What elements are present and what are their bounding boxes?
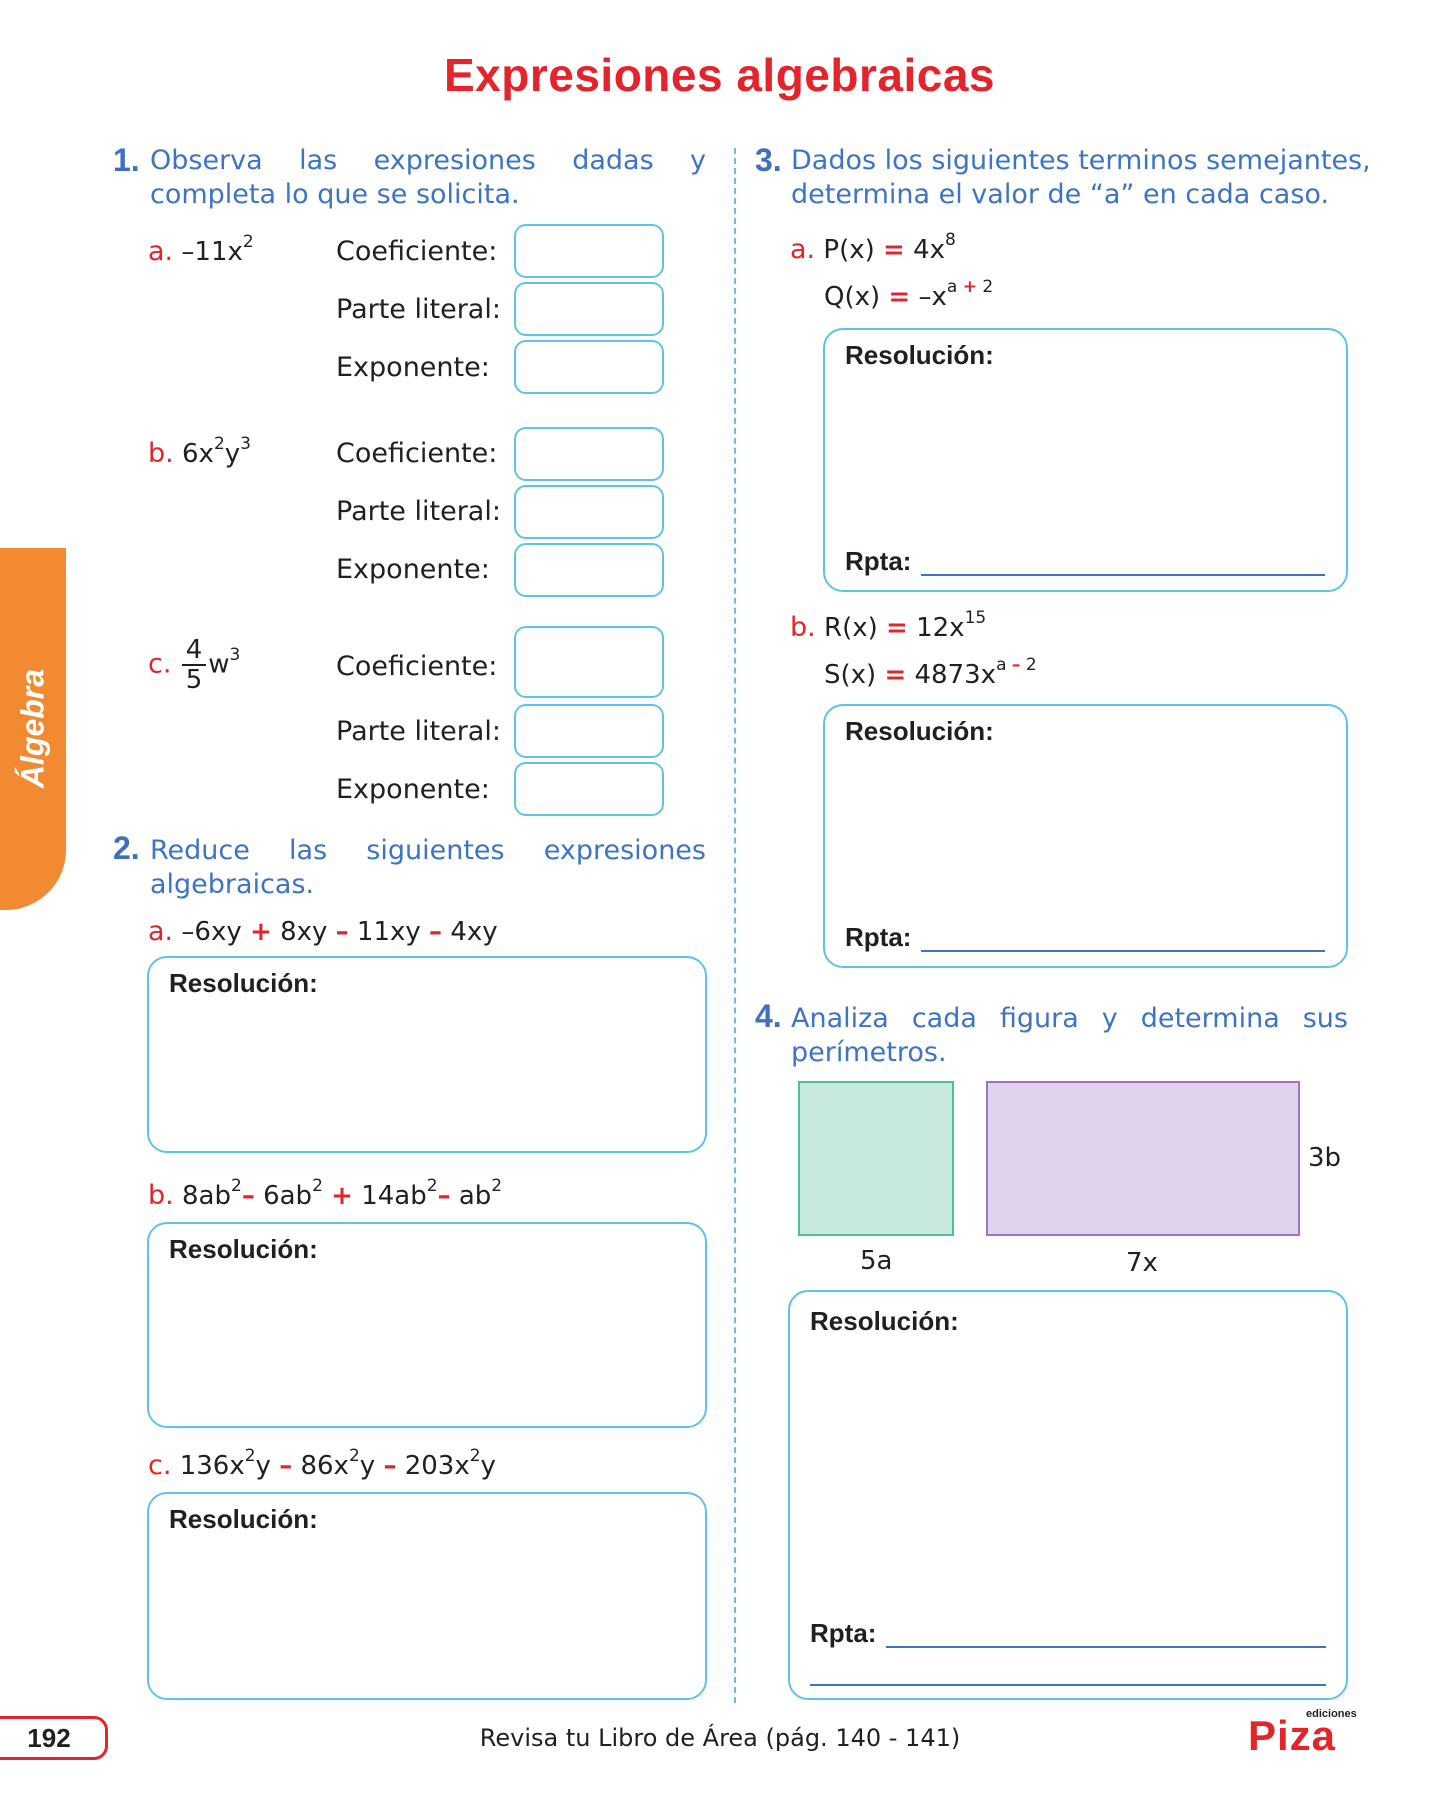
q2-c-resolution-label: Resolución: xyxy=(169,1504,318,1534)
q3-b-r-expression: b. R(x) = 12x15 xyxy=(790,608,987,643)
q3-b-resolution-label: Resolución: xyxy=(845,716,994,746)
page-title: Expresiones algebraicas xyxy=(443,49,995,101)
q1-b-coef-label: Coeficiente: xyxy=(336,438,498,469)
q1-b-exponent-field[interactable] xyxy=(514,543,664,597)
q4-answer-line-2[interactable] xyxy=(810,1684,1326,1686)
q1-b-literal-field[interactable] xyxy=(514,485,664,539)
q2-a-resolution-label: Resolución: xyxy=(169,968,318,998)
q3-text-line1: Dados los siguientes terminos semejantes… xyxy=(791,145,1371,176)
q3-number: 3. xyxy=(755,142,782,178)
q1-item-a-expression: a. –11x2 xyxy=(148,232,254,267)
q2-c-expression: c. 136x2y – 86x2y – 203x2y xyxy=(148,1446,496,1481)
q4-resolution-box[interactable]: Resolución: Rpta: xyxy=(788,1290,1348,1700)
square-figure xyxy=(798,1081,954,1236)
q3-a-p-expression: a. P(x) = 4x8 xyxy=(790,230,956,265)
q1-text-line1: Observa las expresiones dadas y xyxy=(150,145,706,176)
q4-text-line2: perímetros. xyxy=(791,1037,947,1068)
q2-b-resolution-box[interactable]: Resolución: xyxy=(147,1222,707,1428)
q1-b-literal-label: Parte literal: xyxy=(336,496,501,527)
q1-c-coef-field[interactable] xyxy=(514,626,664,698)
q3-b-answer-label: Rpta: xyxy=(845,922,912,952)
q3-a-answer-label: Rpta: xyxy=(845,546,912,576)
column-divider xyxy=(734,148,736,1703)
q3-text-line2: determina el valor de “a” en cada caso. xyxy=(791,179,1330,210)
q3-b-resolution-box[interactable]: Resolución: Rpta: xyxy=(823,704,1348,968)
q4-answer-line[interactable] xyxy=(886,1646,1326,1648)
square-side-label: 5a xyxy=(860,1246,893,1276)
q3-b-answer-line[interactable] xyxy=(921,950,1325,952)
q1-a-coef-field[interactable] xyxy=(514,224,664,278)
q2-b-resolution-label: Resolución: xyxy=(169,1234,318,1264)
page-number: 192 xyxy=(0,1716,108,1760)
q1-c-literal-label: Parte literal: xyxy=(336,716,501,747)
q1-number: 1. xyxy=(113,142,140,178)
q1-c-fraction: 45 xyxy=(181,636,207,694)
q3-a-q-expression: Q(x) = –xa + 2 xyxy=(824,277,994,312)
q2-text-line2: algebraicas. xyxy=(150,869,315,900)
q4-answer-label: Rpta: xyxy=(810,1618,877,1648)
q3-a-answer-line[interactable] xyxy=(921,574,1325,576)
q3-a-resolution-label: Resolución: xyxy=(845,340,994,370)
q2-text-line1: Reduce las siguientes expresiones xyxy=(150,835,706,866)
q1-c-exponent-label: Exponente: xyxy=(336,774,490,805)
q3-a-resolution-box[interactable]: Resolución: Rpta: xyxy=(823,328,1348,592)
q1-a-literal-label: Parte literal: xyxy=(336,294,501,325)
rectangle-height-label: 3b xyxy=(1308,1143,1342,1173)
publisher-logo: Piza xyxy=(1248,1712,1337,1759)
q2-b-expression: b. 8ab2– 6ab2 + 14ab2– ab2 xyxy=(148,1176,503,1211)
q1-item-c-expression: c. 4 5 w3 xyxy=(148,635,241,695)
q1-c-coef-label: Coeficiente: xyxy=(336,651,498,682)
q1-a-exponent-label: Exponente: xyxy=(336,352,490,383)
q1-item-b-expression: b. 6x2y3 xyxy=(148,434,251,469)
q1-a-literal-field[interactable] xyxy=(514,282,664,336)
q1-a-coef-label: Coeficiente: xyxy=(336,236,498,267)
q4-resolution-label: Resolución: xyxy=(810,1306,959,1336)
q2-c-resolution-box[interactable]: Resolución: xyxy=(147,1492,707,1700)
q4-text-line1: Analiza cada figura y determina sus xyxy=(791,1003,1348,1034)
q1-a-exponent-field[interactable] xyxy=(514,340,664,394)
q1-c-exponent-field[interactable] xyxy=(514,762,664,816)
q1-b-coef-field[interactable] xyxy=(514,427,664,481)
q1-c-literal-field[interactable] xyxy=(514,704,664,758)
section-tab-label: Álgebra xyxy=(14,668,51,789)
q4-number: 4. xyxy=(755,998,782,1034)
q1-b-exponent-label: Exponente: xyxy=(336,554,490,585)
rectangle-figure xyxy=(986,1081,1300,1236)
q2-a-resolution-box[interactable]: Resolución: xyxy=(147,956,707,1153)
q3-b-s-expression: S(x) = 4873xa – 2 xyxy=(824,655,1037,690)
rectangle-width-label: 7x xyxy=(1126,1248,1158,1278)
q1-text-line2: completa lo que se solicita. xyxy=(150,179,520,210)
footer-note: Revisa tu Libro de Área (pág. 140 - 141) xyxy=(479,1724,961,1752)
q2-a-expression: a. –6xy + 8xy – 11xy – 4xy xyxy=(148,916,498,947)
q2-number: 2. xyxy=(113,830,140,866)
